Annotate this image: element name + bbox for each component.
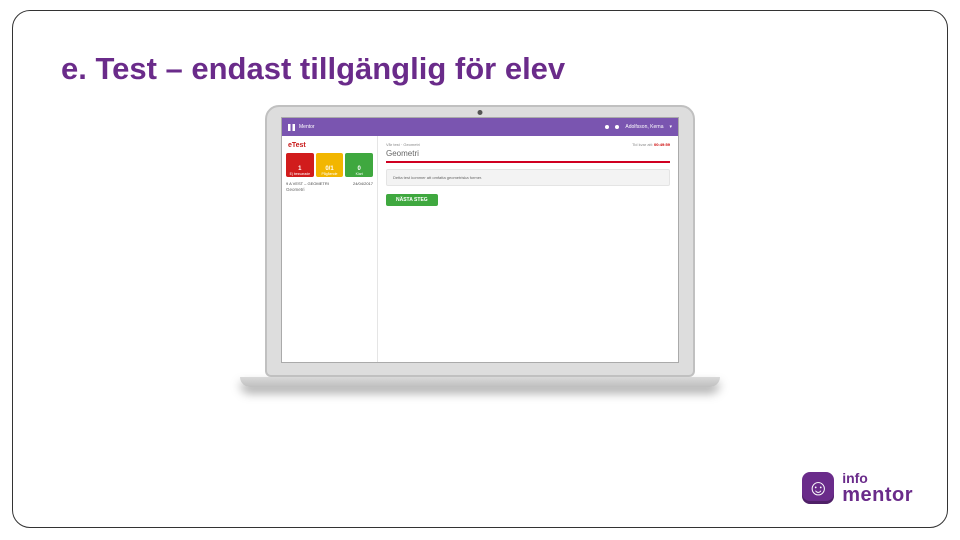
- status-cards-row: 1 Ej besvarade 0/1 Pågående 0 Klart: [286, 153, 373, 177]
- notification-icon[interactable]: [605, 125, 609, 129]
- app-content: eTest 1 Ej besvarade 0/1 Pågående: [282, 136, 678, 362]
- list-item-title: 9 A VEST – GEOMETRI: [286, 181, 329, 186]
- laptop-base: [240, 377, 720, 387]
- laptop-mockup: Mentor Adolfsson, Kerna ▾ eTest: [240, 105, 720, 387]
- footer-logo: ☺ info mentor: [802, 471, 913, 505]
- next-button[interactable]: NÄSTA STEG: [386, 194, 438, 206]
- title-underline: [386, 161, 670, 163]
- logo-line1: info: [842, 471, 913, 485]
- breadcrumb: Vår test · Geometri: [386, 142, 420, 147]
- page-title: Geometri: [386, 149, 670, 158]
- laptop-camera: [478, 110, 483, 115]
- status-label: Pågående: [322, 172, 338, 176]
- status-label: Klart: [356, 172, 363, 176]
- laptop-body: Mentor Adolfsson, Kerna ▾ eTest: [265, 105, 695, 377]
- info-box: Detta test kommer att omfatta geometrisk…: [386, 169, 670, 186]
- time-label: Tid kvar att:: [632, 142, 654, 147]
- slide-title: e. Test – endast tillgänglig för elev: [61, 51, 947, 87]
- main-panel: Vår test · Geometri Tid kvar att: 00:49:…: [378, 136, 678, 362]
- list-item-subtitle: Geometri: [286, 187, 373, 192]
- user-name[interactable]: Adolfsson, Kerna: [625, 124, 663, 130]
- logo-line2: mentor: [842, 485, 913, 505]
- pause-icon[interactable]: [288, 124, 295, 131]
- app-top-bar: Mentor Adolfsson, Kerna ▾: [282, 118, 678, 136]
- list-item[interactable]: 9 A VEST – GEOMETRI 24/04/2017 Geometri: [286, 181, 373, 192]
- globe-icon[interactable]: [615, 125, 619, 129]
- logo-mark-icon: ☺: [802, 472, 834, 504]
- app-screen: Mentor Adolfsson, Kerna ▾ eTest: [281, 117, 679, 363]
- sidebar-heading: eTest: [288, 142, 373, 149]
- logo-text: info mentor: [842, 471, 913, 505]
- slide-frame: e. Test – endast tillgänglig för elev Me…: [12, 10, 948, 528]
- status-card-ongoing[interactable]: 0/1 Pågående: [316, 153, 344, 177]
- status-card-done[interactable]: 0 Klart: [345, 153, 373, 177]
- status-label: Ej besvarade: [290, 172, 310, 176]
- time-remaining: Tid kvar att: 00:49:59: [632, 142, 670, 147]
- sidebar: eTest 1 Ej besvarade 0/1 Pågående: [282, 136, 378, 362]
- time-value: 00:49:59: [654, 142, 670, 147]
- app-brand: Mentor: [299, 124, 315, 130]
- list-item-date: 24/04/2017: [353, 181, 373, 186]
- chevron-down-icon[interactable]: ▾: [669, 124, 672, 130]
- status-card-unanswered[interactable]: 1 Ej besvarade: [286, 153, 314, 177]
